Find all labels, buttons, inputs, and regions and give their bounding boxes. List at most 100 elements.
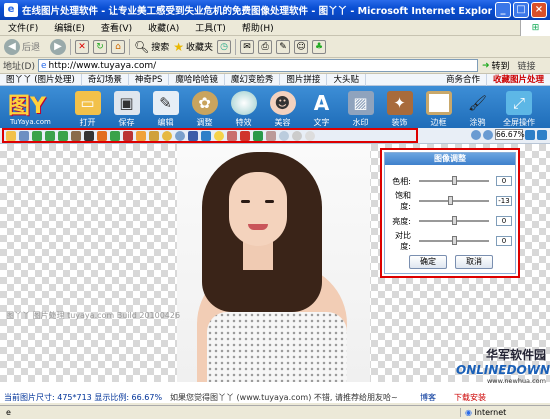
menu-favorites[interactable]: 收藏(A) [140, 21, 187, 34]
balance-icon[interactable] [162, 130, 172, 141]
tool-watermark[interactable]: ▨ 水印 [341, 88, 380, 128]
tool-edit[interactable]: ✎ 编辑 [146, 88, 185, 128]
stop-icon[interactable]: ✕ [75, 39, 90, 54]
ok-button[interactable]: 确定 [409, 255, 447, 269]
tool-effects[interactable]: 特效 [224, 88, 263, 128]
hue-value[interactable]: 0 [496, 176, 512, 186]
mirror-icon[interactable] [110, 130, 120, 141]
recommend-message[interactable]: 如果您觉得图丫丫 (www.tuyaya.com) 不错, 请推荐给朋友哈~ [170, 392, 420, 403]
business-link[interactable]: 商务合作 [440, 73, 487, 86]
favorite-link[interactable]: 收藏图片处理 [487, 74, 550, 86]
tool-adjust[interactable]: ✿ 调整 [185, 88, 224, 128]
small-text-icon[interactable] [188, 130, 198, 141]
saturation-slider[interactable] [419, 196, 489, 205]
tab-funhouse-mirror[interactable]: 魔哈哈哈镜 [169, 73, 225, 86]
tab-fantasy-scene[interactable]: 奇幻场景 [82, 73, 129, 86]
save-small-icon[interactable] [19, 130, 29, 141]
tool-beauty[interactable]: ☻ 美容 [263, 88, 302, 128]
maximize-button[interactable]: □ [513, 2, 529, 18]
play-icon[interactable] [253, 130, 263, 141]
circle-icon[interactable] [305, 130, 315, 141]
zoom-in-icon[interactable] [471, 129, 481, 140]
tab-photo-sticker[interactable]: 大头贴 [327, 73, 366, 86]
cancel-button[interactable]: 取消 [455, 255, 493, 269]
tool-label: 特效 [235, 118, 252, 127]
tool-save[interactable]: ▣ 保存 [107, 88, 146, 128]
saturation-slider-thumb[interactable] [448, 196, 454, 205]
tool-open[interactable]: ▭ 打开 [68, 88, 107, 128]
zoom-out-icon[interactable] [483, 129, 493, 140]
chart-icon[interactable] [201, 130, 211, 141]
brightness-slider-thumb[interactable] [451, 216, 457, 225]
print-icon[interactable]: ⎙ [258, 39, 273, 54]
status-page-icon: e [6, 408, 11, 417]
bulb-icon[interactable] [214, 130, 224, 141]
stamp-icon[interactable] [266, 130, 276, 141]
tool-text[interactable]: A 文字 [302, 88, 341, 128]
red-square-icon[interactable] [240, 130, 250, 141]
blog-link[interactable]: 博客 [420, 392, 454, 403]
download-link[interactable]: 下载安装 [454, 392, 486, 403]
pen-icon[interactable] [227, 130, 237, 141]
mail-icon[interactable]: ✉ [240, 39, 255, 54]
menu-file[interactable]: 文件(F) [0, 21, 46, 34]
fit-icon[interactable] [525, 129, 535, 140]
saturation-value[interactable]: -13 [496, 196, 512, 206]
tab-face-change[interactable]: 魔幻变脸秀 [225, 73, 281, 86]
tab-magic-ps[interactable]: 神奇PS [129, 73, 170, 86]
rotate-icon[interactable] [58, 130, 68, 141]
lens-icon[interactable] [175, 130, 185, 141]
color-icon[interactable] [123, 130, 133, 141]
favorites-button[interactable]: ★ 收藏夹 [173, 38, 213, 56]
tool-fullscreen[interactable]: ⤢ 全屏操作 [497, 88, 541, 128]
onlinedown-watermark: 华军软件园 ONLINEDOWN www.newhua.com [456, 346, 550, 385]
discuss-icon[interactable]: ☺ [294, 39, 309, 54]
resize-icon[interactable] [71, 130, 81, 141]
zoom-level[interactable]: 66.67% [495, 129, 525, 140]
menu-tools[interactable]: 工具(T) [187, 21, 234, 34]
zone-label: Internet [474, 408, 507, 417]
contrast-value[interactable]: 0 [496, 236, 512, 246]
redo-icon[interactable] [45, 130, 55, 141]
messenger-icon[interactable]: ♣ [312, 39, 327, 54]
brightness-slider[interactable] [419, 216, 489, 225]
open-small-icon[interactable] [6, 130, 16, 141]
secondary-toolbar: 66.67% [0, 128, 550, 144]
contrast-slider-thumb[interactable] [451, 236, 457, 245]
edit-page-icon[interactable]: ✎ [276, 39, 291, 54]
home-icon[interactable]: ⌂ [111, 39, 126, 54]
hue-slider-thumb[interactable] [451, 176, 457, 185]
refresh-icon[interactable]: ↻ [93, 39, 108, 54]
menu-view[interactable]: 查看(V) [93, 21, 140, 34]
tool-decoration[interactable]: ✦ 装饰 [380, 88, 419, 128]
back-arrow-icon: ◀ [4, 38, 20, 55]
hue-slider[interactable] [419, 176, 489, 185]
image-size-info: 当前图片尺寸: 475*713 显示比例: 66.67% [4, 393, 163, 402]
tool-frame[interactable]: 边框 [419, 88, 458, 128]
address-input[interactable]: e http://www.tuyaya.com/ [37, 59, 478, 72]
floppy-icon: ▣ [113, 91, 140, 115]
menu-help[interactable]: 帮助(H) [234, 21, 282, 34]
menu-edit[interactable]: 编辑(E) [46, 21, 93, 34]
actual-size-icon[interactable] [537, 129, 547, 140]
search-button[interactable]: 🔍︎ 搜索 [134, 38, 169, 56]
contrast-slider[interactable] [419, 236, 489, 245]
close-button[interactable]: × [531, 2, 547, 18]
tint-icon[interactable] [292, 130, 302, 141]
drop-icon[interactable] [279, 130, 289, 141]
layers-icon[interactable] [149, 130, 159, 141]
forward-button[interactable]: ▶ [50, 38, 67, 56]
tab-tuyaya[interactable]: 图丫丫 (图片处理) [0, 73, 82, 86]
history-icon[interactable]: ◷ [217, 39, 232, 54]
flip-icon[interactable] [97, 130, 107, 141]
back-button[interactable]: ◀ 后退 [4, 38, 40, 56]
undo-icon[interactable] [32, 130, 42, 141]
links-button[interactable]: 链接 [510, 59, 536, 72]
tab-collage[interactable]: 图片拼接 [280, 73, 328, 86]
crop-icon[interactable] [84, 130, 94, 141]
go-button[interactable]: ➜ 转到 [478, 59, 510, 73]
picture-icon[interactable] [136, 130, 146, 141]
tool-doodle[interactable]: 🖌︎ 涂鸦 [458, 88, 497, 128]
brightness-value[interactable]: 0 [496, 216, 512, 226]
minimize-button[interactable]: _ [495, 2, 511, 18]
